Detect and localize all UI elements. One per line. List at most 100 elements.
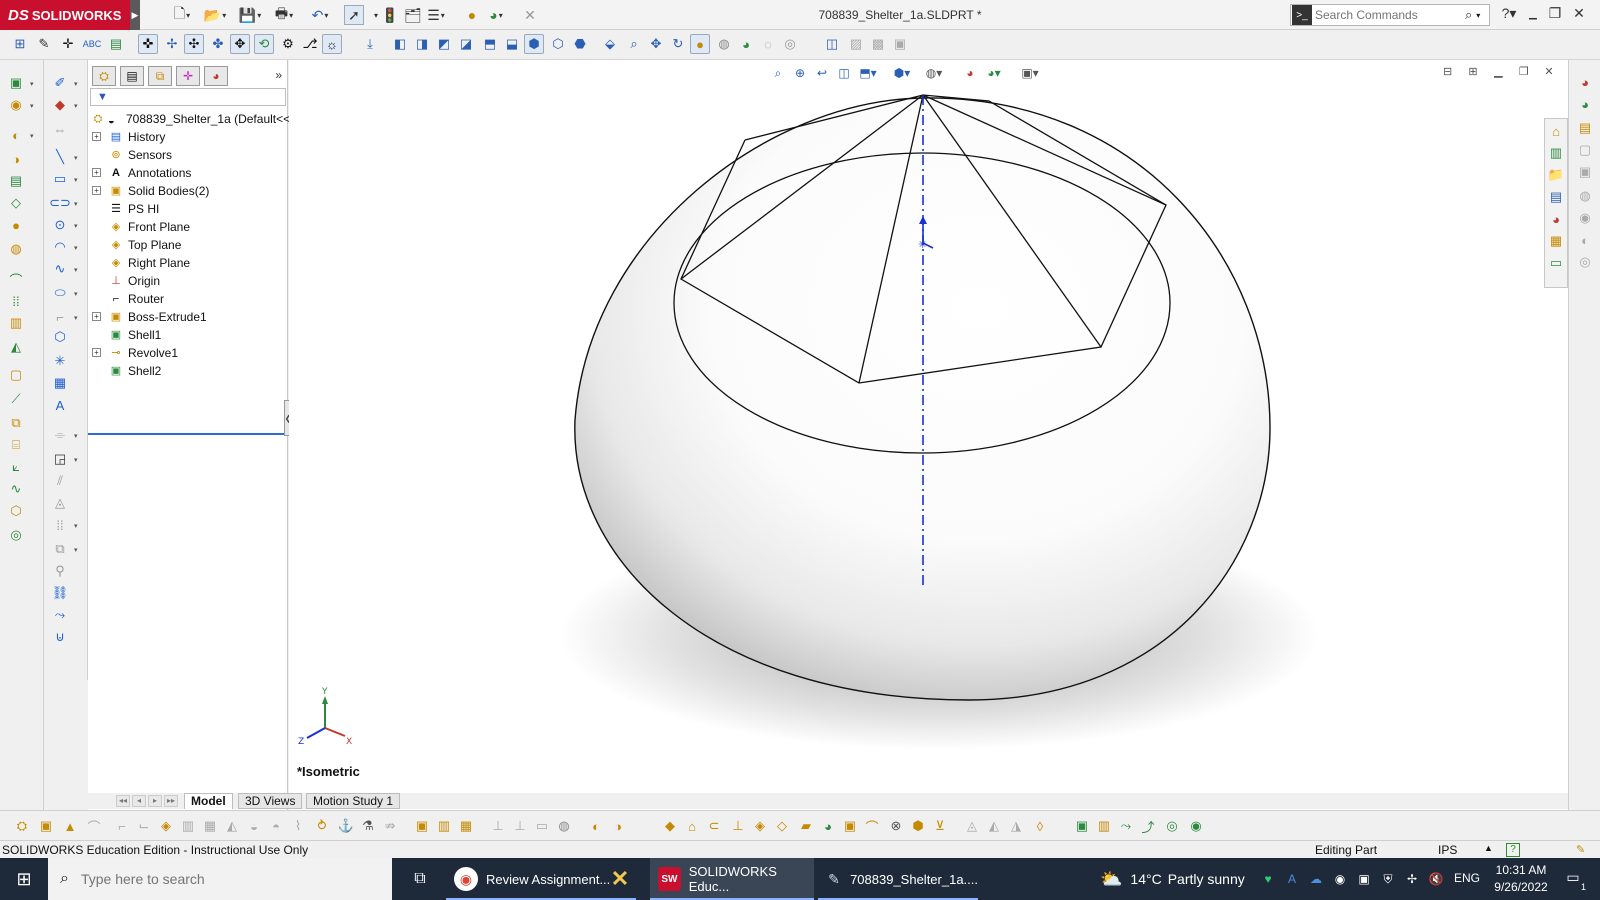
- tooling-split-icon[interactable]: ◎: [1162, 816, 1182, 836]
- miter-flange-icon[interactable]: ▲: [60, 816, 80, 836]
- new-document-icon[interactable]: 🗋 ▾: [172, 5, 192, 25]
- unit-system[interactable]: IPS: [1438, 843, 1457, 857]
- right-view-icon[interactable]: ◪: [456, 34, 476, 54]
- input-language[interactable]: ENG: [1454, 871, 1480, 885]
- model-viewport[interactable]: ✳ Y X Z: [289, 60, 1568, 810]
- view-lights-icon[interactable]: ☼: [322, 34, 342, 54]
- view-orientation-icon[interactable]: ⤓: [360, 34, 380, 54]
- camera-icon[interactable]: ▣: [1354, 869, 1374, 889]
- view-axes-icon[interactable]: ✢: [162, 34, 182, 54]
- rib-icon[interactable]: ▥: [6, 314, 26, 332]
- planar-surface-icon[interactable]: ▰: [796, 816, 816, 836]
- dropbox-icon[interactable]: ✢: [1402, 869, 1422, 889]
- close-doc-icon[interactable]: ✕: [520, 5, 540, 25]
- solidworks-resources-icon[interactable]: ◕: [1575, 72, 1595, 92]
- scene-icon[interactable]: ◕ ▾: [486, 5, 506, 25]
- document-recovery-icon[interactable]: ▣: [1575, 162, 1595, 182]
- view-routing-icon[interactable]: ⎇: [300, 34, 320, 54]
- next-tab-icon[interactable]: ▸: [148, 795, 162, 807]
- normal-to-icon[interactable]: ⬙: [600, 34, 620, 54]
- weather-widget[interactable]: ⛅ 14°C Partly sunny: [1100, 858, 1245, 900]
- tree-item-sensors[interactable]: ⊚ Sensors: [88, 146, 288, 164]
- mirror-icon[interactable]: ⌸: [6, 436, 26, 454]
- graphics-area[interactable]: ✳ Y X Z ⌕ ⊕ ↩ ◫ ⬒▾ ⬢▾ ◍▾ ◕ ◕▾ ▣▾ ⊟ ⊞ ▁ ❐…: [289, 60, 1568, 810]
- flatten-icon[interactable]: ⚓: [336, 816, 356, 836]
- note-icon[interactable]: ✎: [34, 34, 54, 54]
- options-icon[interactable]: ☰ ▾: [426, 5, 446, 25]
- forming-tool-icon[interactable]: ◓: [266, 816, 286, 836]
- forum-icon[interactable]: ▭: [1546, 253, 1566, 273]
- extend-surface-icon[interactable]: ⊻: [930, 816, 950, 836]
- expand-icon[interactable]: +: [92, 312, 101, 321]
- view-settings-icon[interactable]: ▣▾: [1021, 64, 1039, 82]
- tree-item-annotations[interactable]: + A Annotations: [88, 164, 288, 182]
- home-icon[interactable]: ⌂: [1546, 121, 1566, 141]
- taskbar-app-x[interactable]: ✕: [600, 858, 644, 900]
- replace-face-icon[interactable]: ⬢: [908, 816, 928, 836]
- dimxpert-tab-icon[interactable]: ✛: [176, 66, 200, 86]
- tile-vertical-icon[interactable]: ⊞: [1464, 65, 1482, 81]
- search-commands-box[interactable]: >_ ⌕ ▾: [1290, 4, 1490, 26]
- front-view-icon[interactable]: ◧: [390, 34, 410, 54]
- shut-off-surface-icon[interactable]: ⤳: [1116, 816, 1136, 836]
- display-style-icon[interactable]: ◍▾: [925, 64, 943, 82]
- feature-filter-icon[interactable]: ▼: [90, 88, 286, 106]
- defender-icon[interactable]: ♥: [1258, 869, 1278, 889]
- tree-root-part[interactable]: ⛭ ◒ 708839_Shelter_1a (Default<<: [88, 110, 291, 128]
- surface-loft-icon[interactable]: ⊥: [728, 816, 748, 836]
- mold-draft-icon[interactable]: ◐: [586, 816, 606, 836]
- sheet-metal-base-icon[interactable]: ⛭: [12, 816, 32, 836]
- dimension-arrows-icon[interactable]: ⇔: [50, 120, 70, 138]
- pan-icon[interactable]: ✥: [646, 34, 666, 54]
- welded-corner-icon[interactable]: ▦: [200, 816, 220, 836]
- expand-icon[interactable]: +: [92, 132, 101, 141]
- azure-icon[interactable]: A: [1282, 869, 1302, 889]
- parting-surface-icon[interactable]: ⤴: [1138, 816, 1158, 836]
- quick-tips-icon[interactable]: ?: [1506, 843, 1520, 857]
- render-icon[interactable]: ◎: [1575, 252, 1595, 272]
- convert-entities-icon[interactable]: ◲: [50, 450, 70, 468]
- structural-member-icon[interactable]: ▥: [434, 816, 454, 836]
- task-view-icon[interactable]: ⧉: [400, 858, 440, 900]
- offset-entities-icon[interactable]: ⫽: [50, 472, 70, 490]
- surface-fillet-icon[interactable]: ⌒: [862, 816, 882, 836]
- section-view-icon[interactable]: ◫: [822, 34, 842, 54]
- left-view-icon[interactable]: ◩: [434, 34, 454, 54]
- tree-item-shell2[interactable]: ▣ Shell2: [88, 362, 288, 380]
- ellipse-icon[interactable]: ⬭: [50, 284, 70, 302]
- view-origins-icon[interactable]: ✜: [138, 34, 158, 54]
- polygon-icon[interactable]: ⬡: [50, 328, 70, 346]
- quick-snaps-icon[interactable]: ⤳: [50, 606, 70, 624]
- extruded-boss-icon[interactable]: ▣: [6, 74, 26, 92]
- mirror-entities-icon[interactable]: ◬: [50, 494, 70, 512]
- taskbar-search-input[interactable]: [80, 871, 361, 887]
- taskbar-app-solidworks[interactable]: SW SOLIDWORKS Educ...: [650, 858, 814, 900]
- taskbar-search[interactable]: ⌕: [48, 858, 392, 900]
- solidworks-logo[interactable]: DS SOLIDWORKS: [0, 0, 130, 30]
- rollback-bar[interactable]: [88, 433, 288, 435]
- save-icon[interactable]: 💾 ▾: [239, 5, 261, 25]
- mold-undercut-icon[interactable]: ◑: [608, 816, 628, 836]
- delete-face-icon[interactable]: ⊗: [886, 816, 906, 836]
- undo-icon[interactable]: ↶ ▾: [310, 5, 330, 25]
- windows-start-icon[interactable]: ⊞: [0, 858, 48, 900]
- tile-horizontal-icon[interactable]: ⊟: [1439, 65, 1457, 81]
- revolved-boss-icon[interactable]: ◉: [6, 96, 26, 114]
- zebra-stripes-icon[interactable]: ▩: [868, 34, 888, 54]
- first-tab-icon[interactable]: ◂◂: [116, 795, 130, 807]
- view-curves-icon[interactable]: ⚙: [278, 34, 298, 54]
- print-icon[interactable]: 🖶 ▾: [274, 5, 294, 25]
- repair-sketch-icon[interactable]: ⛓: [50, 584, 70, 602]
- file-explorer-icon[interactable]: 📁: [1546, 165, 1566, 185]
- closed-corner-icon[interactable]: ▥: [178, 816, 198, 836]
- curvature-icon[interactable]: ▨: [846, 34, 866, 54]
- move-entities-icon[interactable]: ⧉: [50, 540, 70, 558]
- open-folder-icon[interactable]: 📂 ▾: [204, 5, 226, 25]
- configuration-manager-tab-icon[interactable]: ⧉: [148, 66, 172, 86]
- restore-doc-icon[interactable]: ❐: [1515, 65, 1533, 81]
- appearance-icon[interactable]: ●: [462, 5, 482, 25]
- hem-icon[interactable]: ⌒: [84, 816, 104, 836]
- view-orientation-icon[interactable]: ⬢▾: [893, 64, 911, 82]
- expand-icon[interactable]: +: [92, 348, 101, 357]
- isometric-view-icon[interactable]: ⬢: [524, 34, 544, 54]
